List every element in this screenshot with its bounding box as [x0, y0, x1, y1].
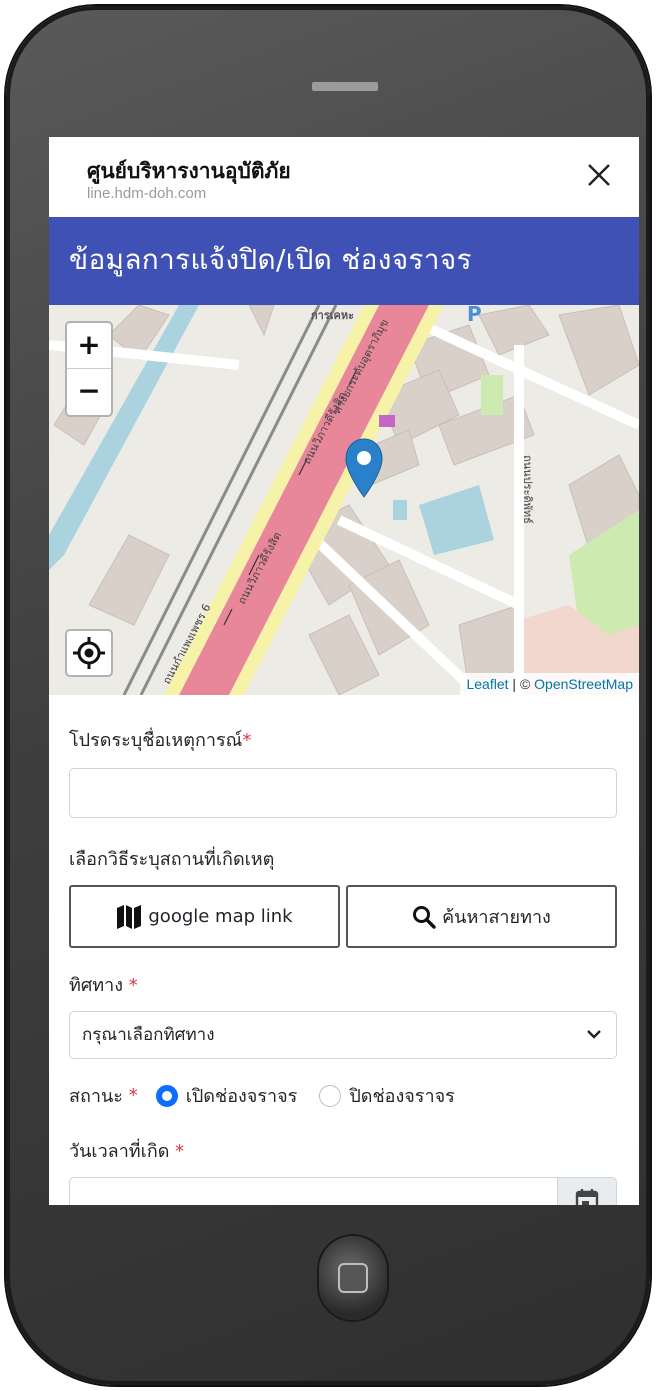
required-mark: * [175, 1141, 185, 1162]
status-label: สถานะ [69, 1086, 123, 1107]
browser-title: ศูนย์บริหารงานอุบัติภัย [87, 159, 291, 183]
home-square-icon [338, 1263, 368, 1293]
chevron-down-icon [587, 1030, 601, 1039]
map-view[interactable]: การเคหะ ถนนวิภาวดีรังสิต ถนนกำแพงเพชร 6 … [49, 305, 639, 695]
event-name-input[interactable] [69, 768, 617, 818]
calendar-button[interactable] [557, 1177, 617, 1205]
map-attribution: Leaflet | © OpenStreetMap [460, 673, 639, 695]
status-row: สถานะ * เปิดช่องจราจร ปิดช่องจราจร [69, 1081, 617, 1110]
search-route-button[interactable]: ค้นหาสายทาง [346, 885, 617, 948]
required-mark: * [128, 975, 138, 996]
map-icon [117, 904, 142, 929]
shop-icon [379, 415, 395, 427]
calendar-icon [575, 1189, 599, 1205]
attribution-separator: | © [508, 676, 535, 692]
locate-button[interactable] [65, 629, 113, 677]
close-icon[interactable] [585, 161, 613, 189]
datetime-label: วันเวลาที่เกิด * [69, 1136, 617, 1165]
location-method-buttons: google map link ค้นหาสายทาง [69, 885, 617, 948]
datetime-label-text: วันเวลาที่เกิด [69, 1141, 170, 1162]
leaflet-link[interactable]: Leaflet [466, 676, 508, 692]
google-map-link-button[interactable]: google map link [69, 885, 340, 948]
zoom-in-button[interactable]: + [67, 323, 111, 369]
direction-label: ทิศทาง * [69, 970, 617, 999]
datetime-field [69, 1177, 617, 1205]
direction-selected-value: กรุณาเลือกทิศทาง [82, 1025, 215, 1045]
search-route-label: ค้นหาสายทาง [442, 907, 551, 928]
required-mark: * [242, 730, 252, 751]
report-form: โปรดระบุชื่อเหตุการณ์* เลือกวิธีระบุสถาน… [49, 725, 639, 1205]
map-label-road3: ถนนประดิพัทธ์ [521, 455, 534, 524]
required-mark: * [128, 1085, 138, 1106]
crosshair-icon [73, 637, 105, 669]
search-icon [413, 905, 436, 929]
google-map-link-label: google map link [148, 906, 293, 927]
map-tiles[interactable]: การเคหะ ถนนวิภาวดีรังสิต ถนนกำแพงเพชร 6 … [49, 305, 639, 695]
osm-link[interactable]: OpenStreetMap [534, 676, 633, 692]
line-browser-bar: ศูนย์บริหารงานอุบัติภัย line.hdm-doh.com [49, 137, 639, 217]
direction-select[interactable]: กรุณาเลือกทิศทาง [69, 1011, 617, 1059]
phone-speaker [312, 82, 378, 91]
status-open-radio[interactable] [155, 1084, 178, 1107]
page-title: ข้อมูลการแจ้งปิด/เปิด ช่องจราจร [49, 217, 639, 305]
zoom-control: + − [65, 321, 113, 417]
zoom-out-button[interactable]: − [67, 369, 111, 415]
status-close-radio[interactable] [319, 1084, 342, 1107]
map-label-top: การเคหะ [311, 309, 354, 322]
datetime-input[interactable] [69, 1177, 557, 1205]
home-button[interactable] [319, 1236, 387, 1320]
browser-url: line.hdm-doh.com [87, 185, 207, 202]
event-name-label: โปรดระบุชื่อเหตุการณ์* [69, 725, 617, 754]
location-method-label: เลือกวิธีระบุสถานที่เกิดเหตุ [69, 849, 275, 870]
phone-screen: ศูนย์บริหารงานอุบัติภัย line.hdm-doh.com… [49, 137, 639, 1205]
phone-frame: ศูนย์บริหารงานอุบัติภัย line.hdm-doh.com… [6, 6, 650, 1385]
status-close-label[interactable]: ปิดช่องจราจร [349, 1081, 454, 1110]
event-name-label-text: โปรดระบุชื่อเหตุการณ์ [69, 730, 243, 751]
parking-icon: P [467, 305, 482, 326]
status-open-label[interactable]: เปิดช่องจราจร [186, 1081, 298, 1110]
direction-label-text: ทิศทาง [69, 975, 124, 996]
